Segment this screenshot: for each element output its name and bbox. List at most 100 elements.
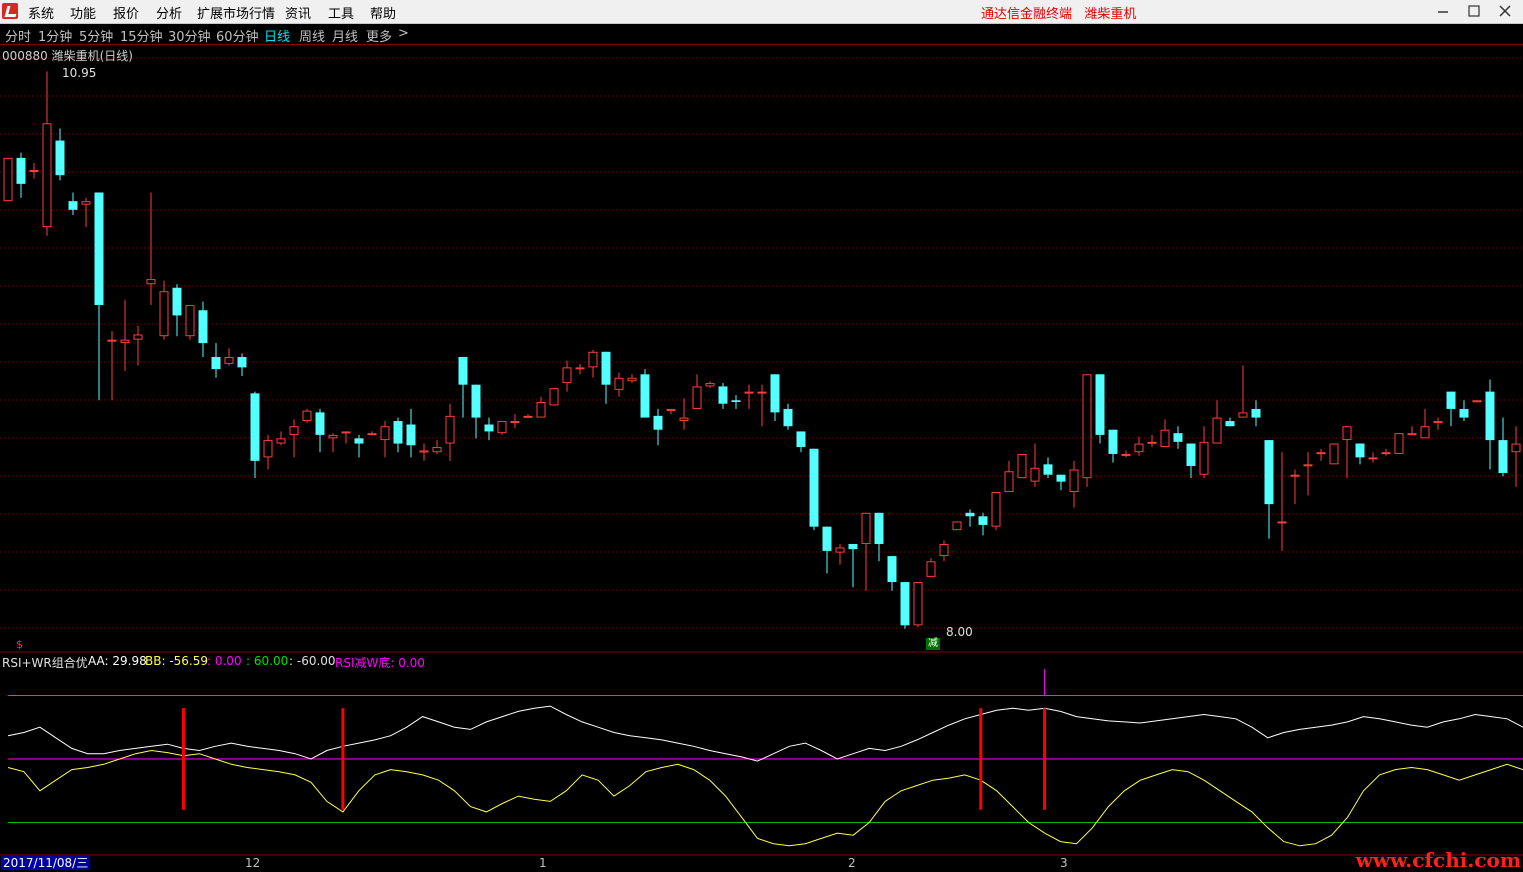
candle-body-up xyxy=(497,421,507,434)
sell-signal-badge: 减 xyxy=(926,638,940,650)
candle-body-down xyxy=(978,516,988,525)
candle-body-down xyxy=(471,384,481,418)
candle-body-up xyxy=(107,339,117,342)
period-tick[interactable]: 分时 xyxy=(5,26,31,45)
candle-body-up xyxy=(536,402,546,418)
watermark: www.cfchi.com xyxy=(1355,848,1521,872)
candle-body-down xyxy=(172,287,182,316)
candle-body-up xyxy=(302,410,312,422)
candle-body-up xyxy=(120,339,130,344)
candle-body-down xyxy=(68,201,78,210)
candle-body-up xyxy=(757,391,767,394)
candle-body-up xyxy=(1147,441,1157,444)
menu-item-analysis[interactable]: 分析 xyxy=(156,3,182,22)
signal-bar xyxy=(1043,708,1047,810)
candle-body-up xyxy=(328,434,338,439)
candle-body-down xyxy=(718,386,728,404)
candle-body-down xyxy=(1108,429,1118,454)
maximize-icon[interactable] xyxy=(1468,5,1480,17)
menu-item-extended-market[interactable]: 扩展市场行情 xyxy=(197,3,275,22)
candle-body-down xyxy=(315,412,325,435)
price-grid xyxy=(0,44,1523,856)
candle-body-up xyxy=(1082,374,1092,479)
candle-body-up xyxy=(1407,433,1417,436)
menu-item-system[interactable]: 系统 xyxy=(28,3,54,22)
candle-body-up xyxy=(1160,429,1170,448)
candle-body-down xyxy=(1459,408,1469,418)
candle-body-down xyxy=(1043,464,1053,475)
indicator-name[interactable]: RSI+WR组合优 xyxy=(2,654,88,671)
candle-body-down xyxy=(484,424,494,432)
period-5min[interactable]: 5分钟 xyxy=(79,26,113,45)
candle-body-up xyxy=(991,492,1001,527)
close-icon[interactable] xyxy=(1499,5,1511,17)
axis-label-jan: 1 xyxy=(539,856,547,870)
candle-body-down xyxy=(94,192,104,306)
candle-body-up xyxy=(692,386,702,409)
candle-body-down xyxy=(848,543,858,550)
candle-body-up xyxy=(1316,452,1326,455)
app-logo-icon xyxy=(2,3,18,19)
candle-body-up xyxy=(1420,426,1430,439)
candle-body-up xyxy=(3,157,13,202)
candle-body-up xyxy=(29,170,39,172)
candle-body-up xyxy=(1433,421,1443,424)
candle-body-down xyxy=(965,512,975,517)
candle-body-up xyxy=(1134,443,1144,453)
brand-name: 通达信金融终端 xyxy=(981,7,1073,22)
candle-body-up xyxy=(1394,433,1404,454)
candle-body-up xyxy=(588,351,598,368)
candle-body-down xyxy=(1056,474,1066,482)
period-bar: 分时 1分钟 5分钟 15分钟 30分钟 60分钟 日线 周线 月线 更多 > xyxy=(0,24,1523,45)
candle-body-down xyxy=(822,526,832,551)
candle-body-down xyxy=(653,415,663,430)
candle-body-down xyxy=(731,400,741,402)
candle-body-down xyxy=(887,556,897,583)
candle-body-up xyxy=(1069,469,1079,493)
indicator-bb: BB: -56.59 xyxy=(145,654,209,668)
candle-body-up xyxy=(419,450,429,453)
menu-item-quote[interactable]: 报价 xyxy=(113,3,139,22)
chart-canvas[interactable] xyxy=(0,44,1523,871)
candle-body-up xyxy=(627,377,637,382)
period-more[interactable]: 更多 xyxy=(366,26,392,45)
candle-body-up xyxy=(1017,453,1027,479)
candle-body-up xyxy=(1303,464,1313,467)
candle-body-up xyxy=(185,305,195,337)
menu-item-info[interactable]: 资讯 xyxy=(285,3,311,22)
menu-item-tools[interactable]: 工具 xyxy=(328,3,354,22)
candle-body-up xyxy=(1030,467,1040,482)
candle-body-down xyxy=(900,582,910,626)
menu-item-function[interactable]: 功能 xyxy=(70,3,96,22)
period-1min[interactable]: 1分钟 xyxy=(38,26,72,45)
candle-body-up xyxy=(523,415,533,418)
candle-body-down xyxy=(770,374,780,413)
candle-body-up xyxy=(952,521,962,531)
period-60min[interactable]: 60分钟 xyxy=(216,26,259,45)
candle-body-up xyxy=(1238,412,1248,418)
menu-item-help[interactable]: 帮助 xyxy=(370,3,396,22)
chevron-right-icon[interactable]: > xyxy=(398,26,409,41)
period-30min[interactable]: 30分钟 xyxy=(168,26,211,45)
candle-body-down xyxy=(783,408,793,427)
period-15min[interactable]: 15分钟 xyxy=(120,26,163,45)
candle-body-up xyxy=(1004,471,1014,493)
period-daily[interactable]: 日线 xyxy=(264,26,290,45)
candle-body-down xyxy=(1446,391,1456,409)
candle-body-up xyxy=(432,447,442,453)
app-brand: 通达信金融终端 潍柴重机 xyxy=(981,3,1136,22)
candle-body-down xyxy=(640,374,650,418)
candle-body-down xyxy=(393,421,403,444)
window-controls xyxy=(1438,5,1511,17)
brand-stock-name: 潍柴重机 xyxy=(1084,7,1137,22)
candle-body-up xyxy=(1277,521,1287,524)
aa-line xyxy=(7,705,1523,762)
candle-body-up xyxy=(835,547,845,553)
period-monthly[interactable]: 月线 xyxy=(332,26,358,45)
candle-body-up xyxy=(1472,400,1482,403)
period-weekly[interactable]: 周线 xyxy=(299,26,325,45)
candle-body-up xyxy=(81,201,91,205)
dollar-marker-icon: $ xyxy=(16,638,23,651)
candle-body-up xyxy=(263,440,273,458)
candle-body-up xyxy=(926,561,936,577)
